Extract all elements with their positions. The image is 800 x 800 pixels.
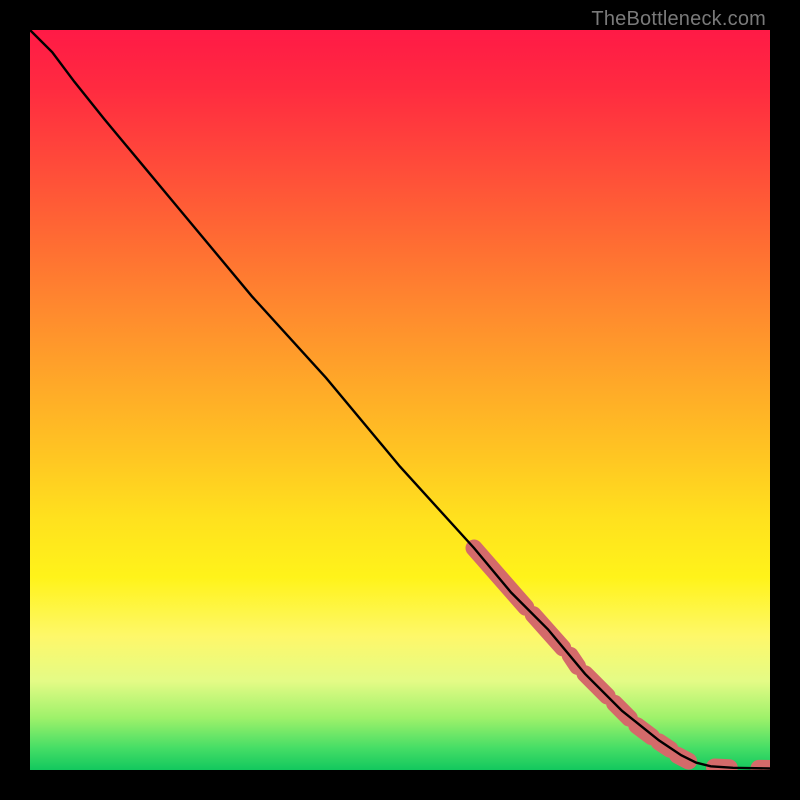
chart-overlay <box>30 30 770 770</box>
marker-series <box>474 548 770 769</box>
curve-line <box>30 30 770 769</box>
plot-area <box>30 30 770 770</box>
chart-frame: TheBottleneck.com <box>0 0 800 800</box>
watermark-text: TheBottleneck.com <box>591 8 766 31</box>
